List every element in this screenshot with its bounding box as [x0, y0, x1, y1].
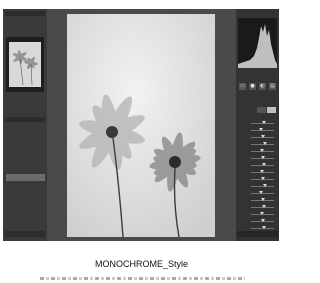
slider-handle[interactable] — [263, 184, 268, 187]
slider-track[interactable] — [251, 219, 274, 222]
slider-handle[interactable] — [261, 121, 266, 124]
tool-icon[interactable]: ◐ — [259, 82, 266, 90]
slider-handle[interactable] — [260, 219, 265, 222]
slider-handle[interactable] — [259, 170, 264, 173]
tool-strip: ▭ ● ◐ ▤ — [239, 81, 276, 91]
slider-row — [238, 182, 277, 189]
slider-row — [238, 133, 277, 140]
slider-track[interactable] — [251, 142, 274, 145]
preset-item[interactable] — [6, 202, 45, 209]
slider-handle[interactable] — [262, 142, 267, 145]
preset-item[interactable] — [6, 209, 45, 216]
slider-track[interactable] — [251, 205, 274, 208]
slider-track[interactable] — [251, 135, 274, 138]
slider-handle[interactable] — [260, 135, 265, 138]
preset-item[interactable] — [6, 181, 45, 188]
slider-track[interactable] — [251, 163, 274, 166]
tool-icon[interactable]: ● — [249, 82, 256, 90]
slider-row — [238, 126, 277, 133]
slider-row — [238, 161, 277, 168]
slider-handle[interactable] — [260, 156, 265, 159]
slider-row — [238, 175, 277, 182]
left-panel-footer — [5, 231, 45, 237]
slider-row — [238, 217, 277, 224]
slider-track[interactable] — [251, 191, 274, 194]
presets-header[interactable] — [5, 117, 45, 122]
main-photo[interactable] — [67, 14, 215, 237]
preset-list — [6, 153, 45, 216]
slider-handle[interactable] — [260, 212, 265, 215]
navigator-thumbnail[interactable] — [6, 37, 44, 92]
slider-row — [238, 224, 277, 231]
slider-row — [238, 168, 277, 175]
basic-toggle[interactable] — [257, 107, 276, 113]
image-caption: MONOCHROME_Style — [94, 259, 188, 269]
slider-track[interactable] — [251, 177, 274, 180]
tool-icon[interactable]: ▭ — [239, 82, 246, 90]
slider-track[interactable] — [251, 212, 274, 215]
slider-row — [238, 196, 277, 203]
slider-handle[interactable] — [260, 149, 265, 152]
slider-track[interactable] — [251, 156, 274, 159]
slider-track[interactable] — [251, 121, 274, 124]
slider-handle[interactable] — [262, 205, 267, 208]
preset-item[interactable] — [6, 174, 45, 181]
navigator-flower-icon — [9, 42, 41, 87]
slider-handle[interactable] — [259, 128, 264, 131]
slider-handle[interactable] — [259, 191, 264, 194]
lightroom-window: ▭ ● ◐ ▤ — [3, 9, 279, 241]
tool-icon[interactable]: ▤ — [269, 82, 276, 90]
slider-row — [238, 140, 277, 147]
caption-subtext — [40, 277, 245, 280]
preset-item[interactable] — [6, 195, 45, 202]
left-panel — [3, 9, 47, 241]
slider-handle[interactable] — [261, 198, 266, 201]
histogram — [238, 18, 277, 68]
slider-row — [238, 154, 277, 161]
slider-track[interactable] — [251, 184, 274, 187]
navigator-header[interactable] — [5, 11, 45, 16]
preset-item[interactable] — [6, 188, 45, 195]
slider-row — [238, 189, 277, 196]
slider-handle[interactable] — [260, 177, 265, 180]
bw-toggle[interactable] — [267, 107, 276, 113]
slider-row — [238, 203, 277, 210]
slider-track[interactable] — [251, 149, 274, 152]
slider-row — [238, 119, 277, 126]
right-panel-footer — [237, 231, 278, 237]
color-toggle[interactable] — [257, 107, 266, 113]
adjustment-sliders — [238, 119, 277, 231]
slider-row — [238, 210, 277, 217]
preset-item[interactable] — [6, 153, 45, 160]
preset-item[interactable] — [6, 160, 45, 167]
slider-handle[interactable] — [261, 226, 266, 229]
slider-row — [238, 147, 277, 154]
slider-track[interactable] — [251, 226, 274, 229]
histogram-label — [237, 10, 278, 15]
slider-track[interactable] — [251, 198, 274, 201]
slider-handle[interactable] — [262, 163, 267, 166]
histogram-curve-icon — [238, 24, 277, 68]
preset-item[interactable] — [6, 167, 45, 174]
right-panel: ▭ ● ◐ ▤ — [236, 9, 279, 241]
slider-track[interactable] — [251, 170, 274, 173]
slider-track[interactable] — [251, 128, 274, 131]
monochrome-flowers-image — [67, 14, 215, 237]
